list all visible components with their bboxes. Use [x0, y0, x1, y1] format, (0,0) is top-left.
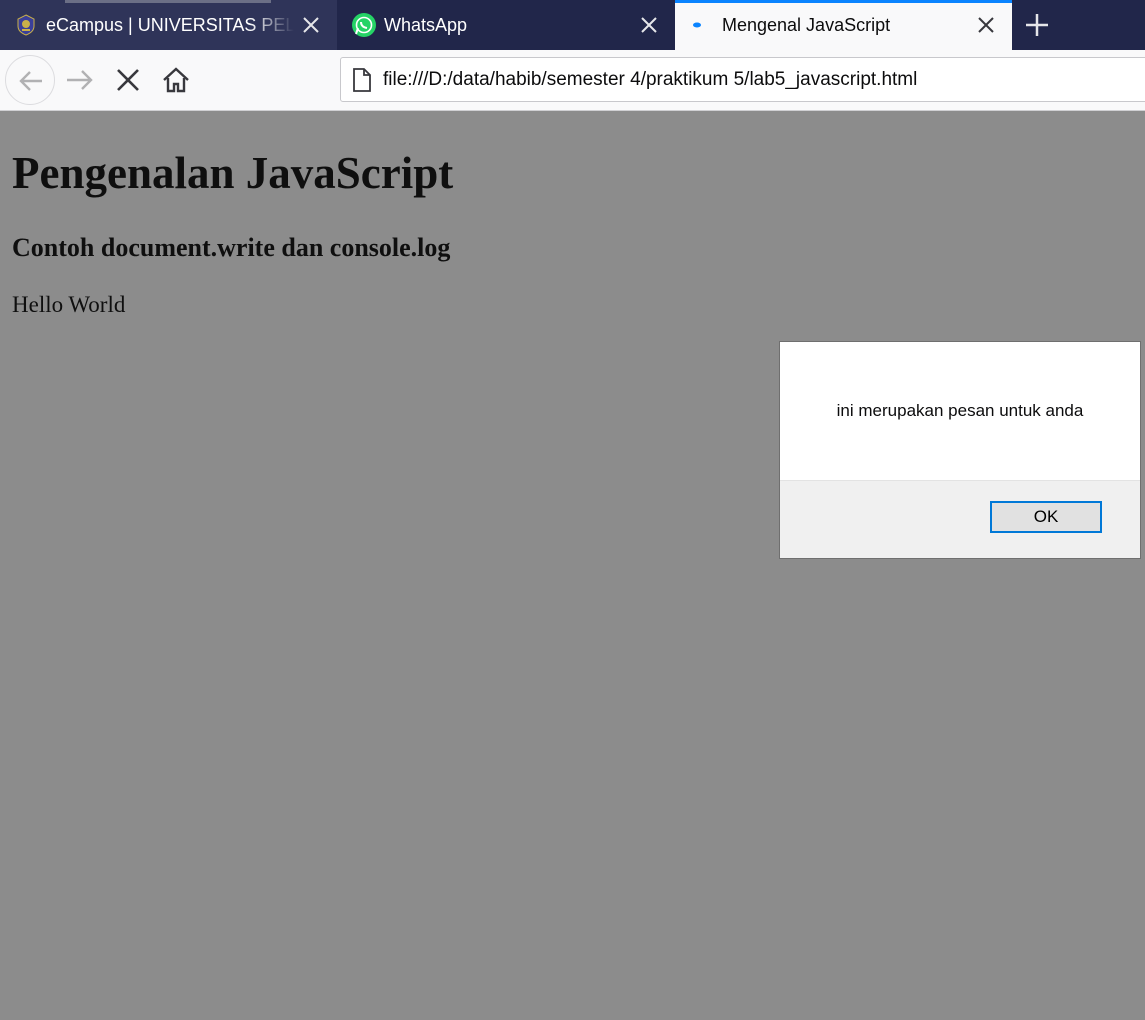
loading-dot-icon	[689, 14, 711, 36]
hello-world-text: Hello World	[12, 292, 126, 317]
tab-mengenal-javascript[interactable]: Mengenal JavaScript	[675, 0, 1012, 50]
tab-hover-indicator	[65, 0, 271, 3]
navigation-toolbar: file:///D:/data/habib/semester 4/praktik…	[0, 50, 1145, 111]
close-icon[interactable]	[638, 14, 660, 36]
ok-button[interactable]: OK	[990, 501, 1102, 533]
new-tab-plus-icon[interactable]	[1024, 12, 1050, 38]
university-crest-icon	[15, 14, 37, 36]
close-icon[interactable]	[975, 14, 997, 36]
alert-message: ini merupakan pesan untuk anda	[836, 401, 1084, 420]
active-tab-indicator	[675, 0, 1012, 3]
page-viewport: Pengenalan JavaScript Contoh document.wr…	[0, 111, 1145, 1020]
page-subheading: Contoh document.write dan console.log	[12, 233, 451, 262]
alert-dialog: ini merupakan pesan untuk anda OK	[779, 341, 1141, 559]
tab-label: Mengenal JavaScript	[722, 15, 891, 35]
forward-button[interactable]	[64, 64, 96, 96]
tab-ecampus[interactable]: eCampus | UNIVERSITAS PELITA	[0, 0, 337, 50]
stop-loading-button[interactable]	[112, 64, 144, 96]
stop-x-icon	[117, 69, 139, 91]
tab-label: WhatsApp	[384, 15, 468, 35]
tab-label: eCampus | UNIVERSITAS PELITA	[46, 15, 294, 35]
whatsapp-icon	[351, 13, 376, 37]
forward-arrow-icon	[67, 70, 93, 90]
home-icon	[163, 67, 189, 93]
page-document-icon	[351, 68, 373, 92]
home-button[interactable]	[160, 64, 192, 96]
address-bar[interactable]: file:///D:/data/habib/semester 4/praktik…	[340, 57, 1145, 102]
alert-footer: OK	[780, 480, 1140, 558]
tab-whatsapp[interactable]: WhatsApp	[338, 0, 675, 50]
back-button[interactable]	[5, 55, 55, 105]
close-icon[interactable]	[300, 14, 322, 36]
page-heading: Pengenalan JavaScript	[12, 148, 454, 198]
back-arrow-icon	[19, 71, 42, 91]
tab-strip: eCampus | UNIVERSITAS PELITA WhatsApp Me…	[0, 0, 1145, 50]
address-url-text[interactable]: file:///D:/data/habib/semester 4/praktik…	[383, 58, 917, 101]
